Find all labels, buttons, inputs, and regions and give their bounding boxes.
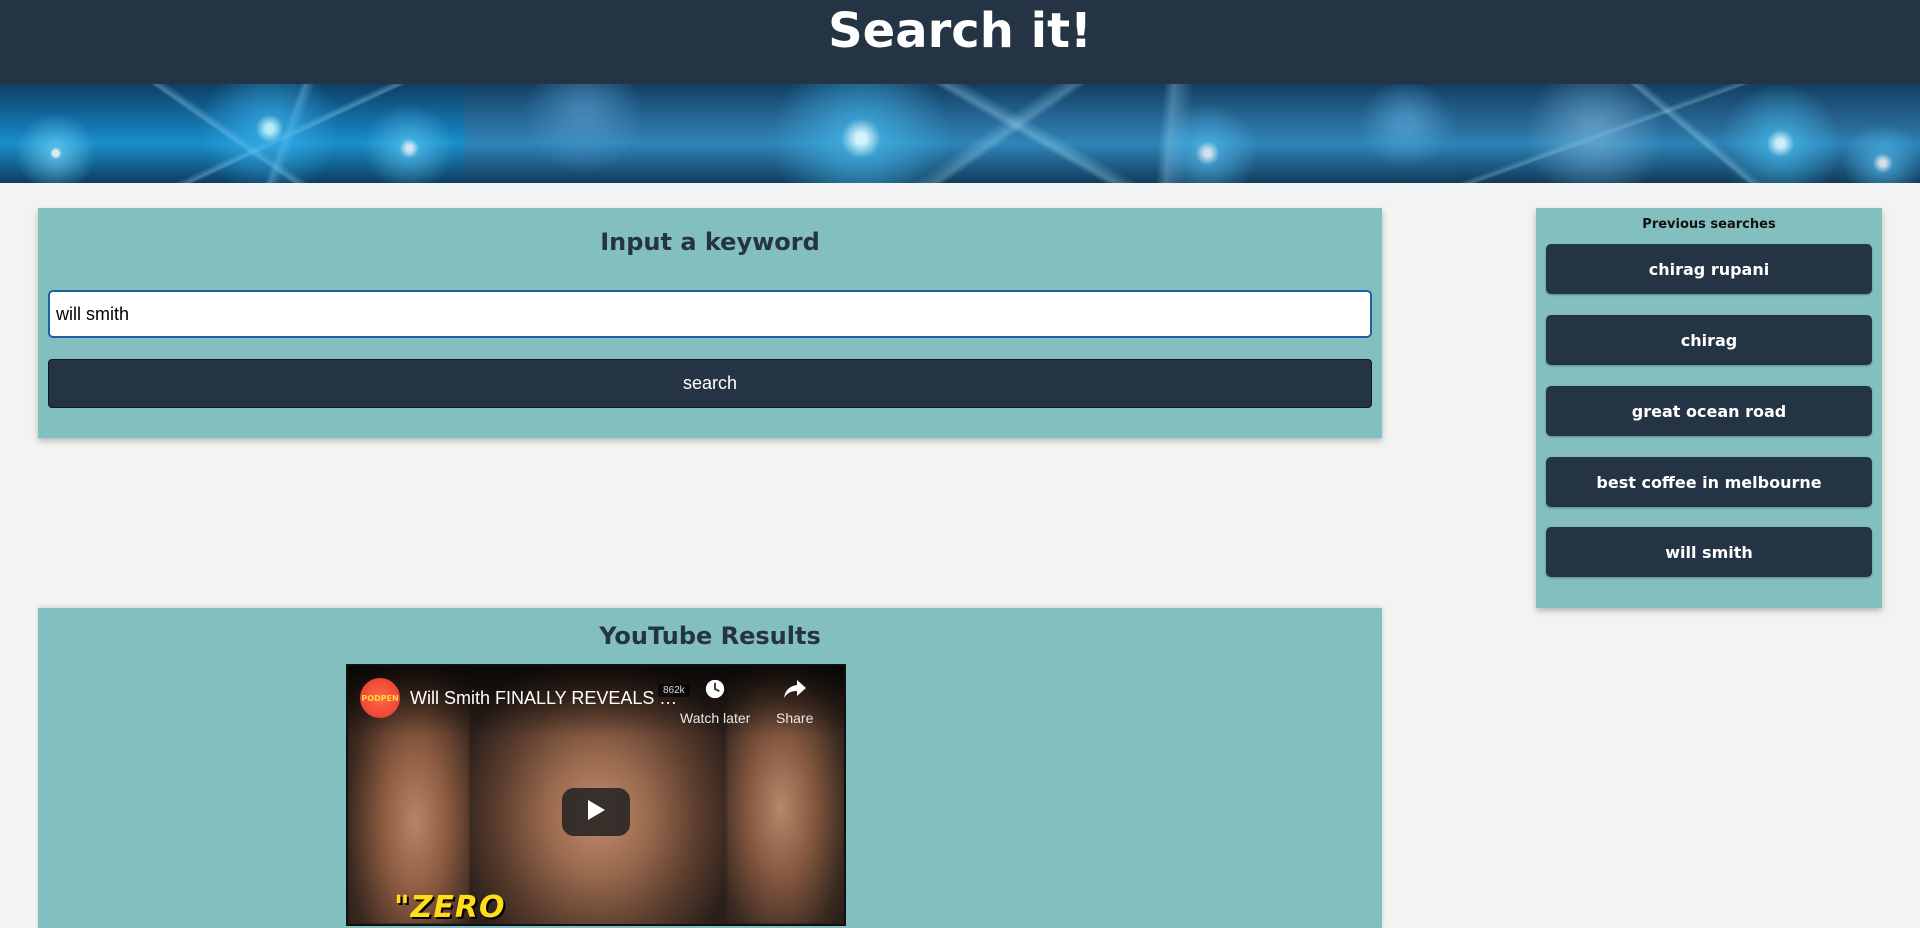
banner-tile <box>1455 84 1920 183</box>
channel-avatar[interactable]: PODPEN <box>360 678 400 718</box>
previous-search-item[interactable]: chirag rupani <box>1546 244 1872 294</box>
play-icon <box>586 799 606 825</box>
banner-tile <box>0 84 465 183</box>
site-header: Search it! <box>0 0 1920 84</box>
youtube-results-panel: YouTube Results PODPEN Will Smith FINALL… <box>38 608 1382 928</box>
search-button[interactable]: search <box>48 359 1372 408</box>
keyword-input[interactable] <box>48 290 1372 338</box>
watch-later-button[interactable]: Watch later <box>680 678 750 726</box>
banner-tile <box>465 84 1455 183</box>
previous-searches-panel: Previous searches chirag rupani chirag g… <box>1536 208 1882 608</box>
clock-icon <box>704 678 726 704</box>
previous-search-item[interactable]: will smith <box>1546 527 1872 577</box>
channel-badge-text: PODPEN <box>361 693 399 703</box>
youtube-video-embed[interactable]: PODPEN Will Smith FINALLY REVEALS T... 8… <box>346 664 846 926</box>
search-heading: Input a keyword <box>600 228 820 256</box>
share-button[interactable]: Share <box>776 678 813 726</box>
share-label: Share <box>776 710 814 726</box>
watch-later-label: Watch later <box>680 710 751 726</box>
previous-search-item[interactable]: great ocean road <box>1546 386 1872 436</box>
share-arrow-icon <box>783 678 807 704</box>
play-button[interactable] <box>562 788 630 836</box>
video-title-link[interactable]: Will Smith FINALLY REVEALS T... <box>410 687 680 709</box>
site-title: Search it! <box>828 3 1092 59</box>
hero-banner <box>0 84 1920 183</box>
previous-searches-heading: Previous searches <box>1642 217 1776 232</box>
search-panel: Input a keyword search <box>38 208 1382 438</box>
previous-search-item[interactable]: chirag <box>1546 315 1872 365</box>
youtube-results-heading: YouTube Results <box>599 622 821 650</box>
thumbnail-caption: "ZERO <box>394 890 506 925</box>
previous-search-item[interactable]: best coffee in melbourne <box>1546 457 1872 507</box>
